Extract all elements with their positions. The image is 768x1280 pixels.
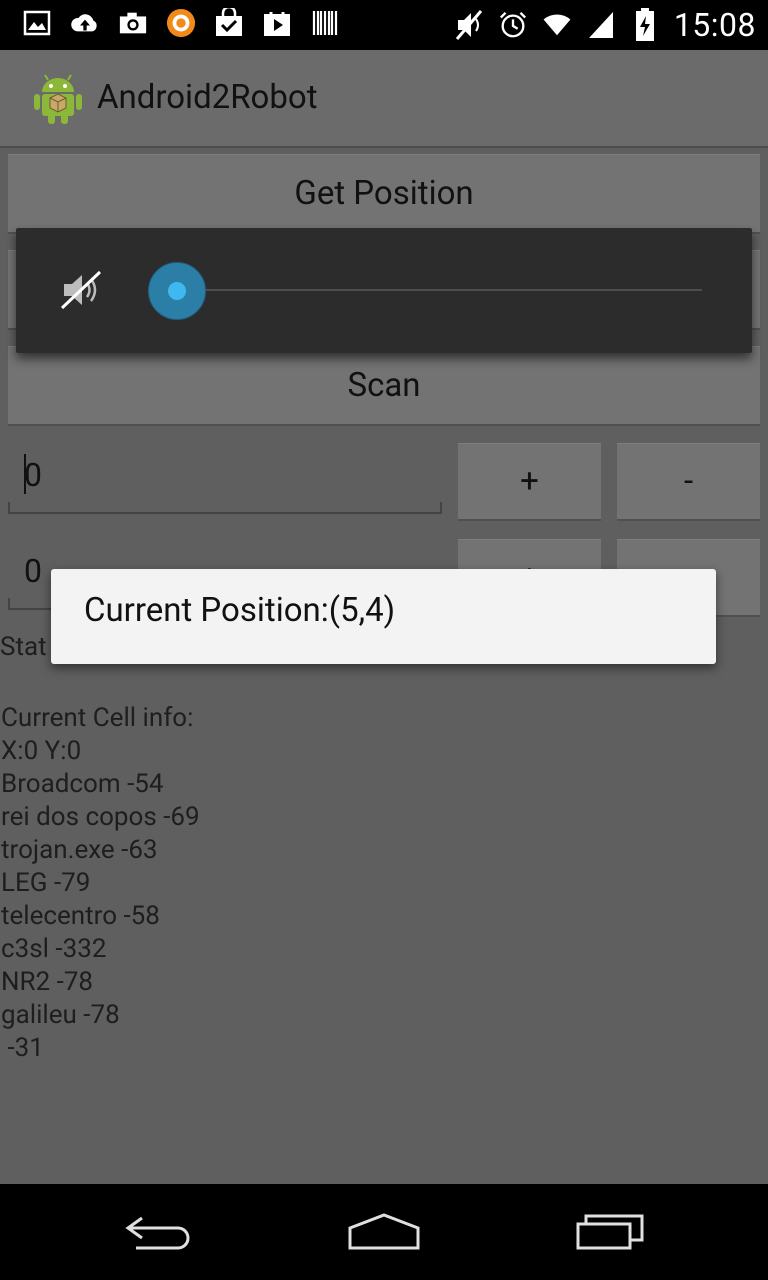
y-input-value: 0: [24, 552, 42, 590]
barcode-icon: [310, 8, 340, 38]
image-icon: [22, 8, 52, 38]
get-position-button[interactable]: Get Position: [8, 154, 760, 234]
play-store-icon: [262, 8, 292, 38]
back-icon[interactable]: [122, 1206, 202, 1256]
toast-message: Current Position:(5,4): [84, 591, 396, 630]
volume-slider-thumb[interactable]: [148, 262, 206, 320]
scan-button[interactable]: Scan: [8, 346, 760, 426]
app-content: Android2Robot Get Position Scan 0 + - 0 …: [0, 50, 768, 1184]
action-bar: Android2Robot: [0, 50, 768, 148]
volume-slider-track[interactable]: [192, 289, 702, 291]
notification-icons: [22, 8, 340, 38]
home-icon[interactable]: [344, 1206, 424, 1256]
shopping-bag-icon: [214, 8, 244, 38]
battery-charging-icon: [630, 8, 660, 41]
x-minus-button[interactable]: -: [617, 443, 760, 521]
status-bar: 15:08: [0, 0, 768, 50]
navigation-bar: [0, 1184, 768, 1280]
upload-icon: [70, 8, 100, 38]
clock: 15:08: [673, 6, 756, 44]
status-label: Stat: [0, 632, 47, 662]
x-plus-button[interactable]: +: [458, 443, 601, 521]
x-input[interactable]: 0: [8, 450, 442, 514]
cell-info-text: Current Cell info: X:0 Y:0 Broadcom -54 …: [1, 703, 200, 1063]
mute-icon: [454, 10, 484, 40]
x-input-value: 0: [24, 456, 42, 494]
toast: Current Position:(5,4): [51, 569, 716, 664]
avast-icon: [166, 8, 196, 38]
android-robot-icon[interactable]: [30, 70, 86, 126]
camera-icon: [118, 8, 148, 38]
alarm-icon: [498, 10, 528, 40]
speaker-muted-icon[interactable]: [60, 270, 104, 314]
wifi-icon: [542, 10, 572, 40]
system-icons: 15:08: [454, 6, 756, 44]
recents-icon[interactable]: [572, 1206, 652, 1256]
volume-panel: [16, 228, 752, 353]
app-title: Android2Robot: [97, 78, 318, 117]
cell-signal-icon: [586, 10, 616, 40]
